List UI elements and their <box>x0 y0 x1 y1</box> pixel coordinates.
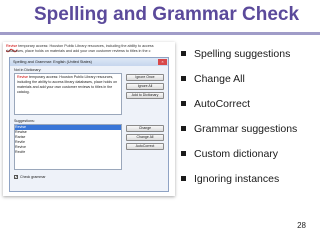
bullet-text: Custom dictionary <box>194 148 279 160</box>
bullet-marker <box>181 76 186 81</box>
suggestions-list[interactable]: Revise Rewise Rarise Revile Revive Recif… <box>14 124 122 170</box>
ignore-all-button[interactable]: Ignore All <box>126 83 164 90</box>
check-grammar-checkbox[interactable]: ✓ <box>14 175 18 179</box>
bullet-item: Custom dictionary <box>181 147 297 172</box>
sentence-box[interactable]: Revise temporary access: Houston Public … <box>14 73 122 115</box>
bullet-text: Change All <box>194 73 245 85</box>
change-button[interactable]: Change <box>126 125 164 132</box>
bullet-item: Spelling suggestions <box>181 47 297 72</box>
title-divider <box>0 32 320 35</box>
suggestion-item[interactable]: Recife <box>15 150 121 155</box>
autocorrect-button[interactable]: AutoCorrect <box>126 143 164 150</box>
bullet-text: Spelling suggestions <box>194 48 291 60</box>
suggestions-label: Suggestions: <box>14 119 35 123</box>
document-line-rest: temporary access: Houston Public Library… <box>17 44 154 48</box>
bullet-item: AutoCorrect <box>181 97 297 122</box>
bullet-marker <box>181 151 186 156</box>
ignore-once-button[interactable]: Ignore Once <box>126 74 164 81</box>
bullet-item: Change All <box>181 72 297 97</box>
close-icon[interactable]: × <box>158 59 167 65</box>
bullet-marker <box>181 51 186 56</box>
dialog-title: Spelling and Grammar: English (United St… <box>13 60 92 64</box>
slide-title: Spelling and Grammar Check <box>34 4 300 25</box>
document-text: Revise temporary access: Houston Public … <box>6 44 174 54</box>
bullet-marker <box>181 101 186 106</box>
bullet-marker <box>181 176 186 181</box>
change-all-button[interactable]: Change All <box>126 134 164 141</box>
bullet-text: Ignoring instances <box>194 173 280 185</box>
feature-bullet-list: Spelling suggestions Change All AutoCorr… <box>181 47 297 197</box>
bullet-marker <box>181 126 186 131</box>
not-in-dictionary-label: Not in Dictionary: <box>14 68 42 72</box>
check-grammar-label: Check grammar <box>20 175 46 179</box>
bullet-item: Ignoring instances <box>181 172 297 197</box>
misspelled-word: Revise <box>6 44 18 48</box>
spelling-screenshot: Revise temporary access: Houston Public … <box>3 42 175 196</box>
misspelled-word: Revise <box>17 75 28 79</box>
bullet-text: Grammar suggestions <box>194 123 298 135</box>
document-line: databases, place holds on materials and … <box>6 49 151 53</box>
page-number: 28 <box>297 221 306 230</box>
add-to-dictionary-button[interactable]: Add to Dictionary <box>126 92 164 99</box>
dialog-titlebar: Spelling and Grammar: English (United St… <box>10 58 168 66</box>
bullet-text: AutoCorrect <box>194 98 251 110</box>
sentence-text: temporary access: Houston Public Library… <box>17 75 118 94</box>
bullet-item: Grammar suggestions <box>181 122 297 147</box>
spelling-grammar-dialog: Spelling and Grammar: English (United St… <box>9 57 169 192</box>
